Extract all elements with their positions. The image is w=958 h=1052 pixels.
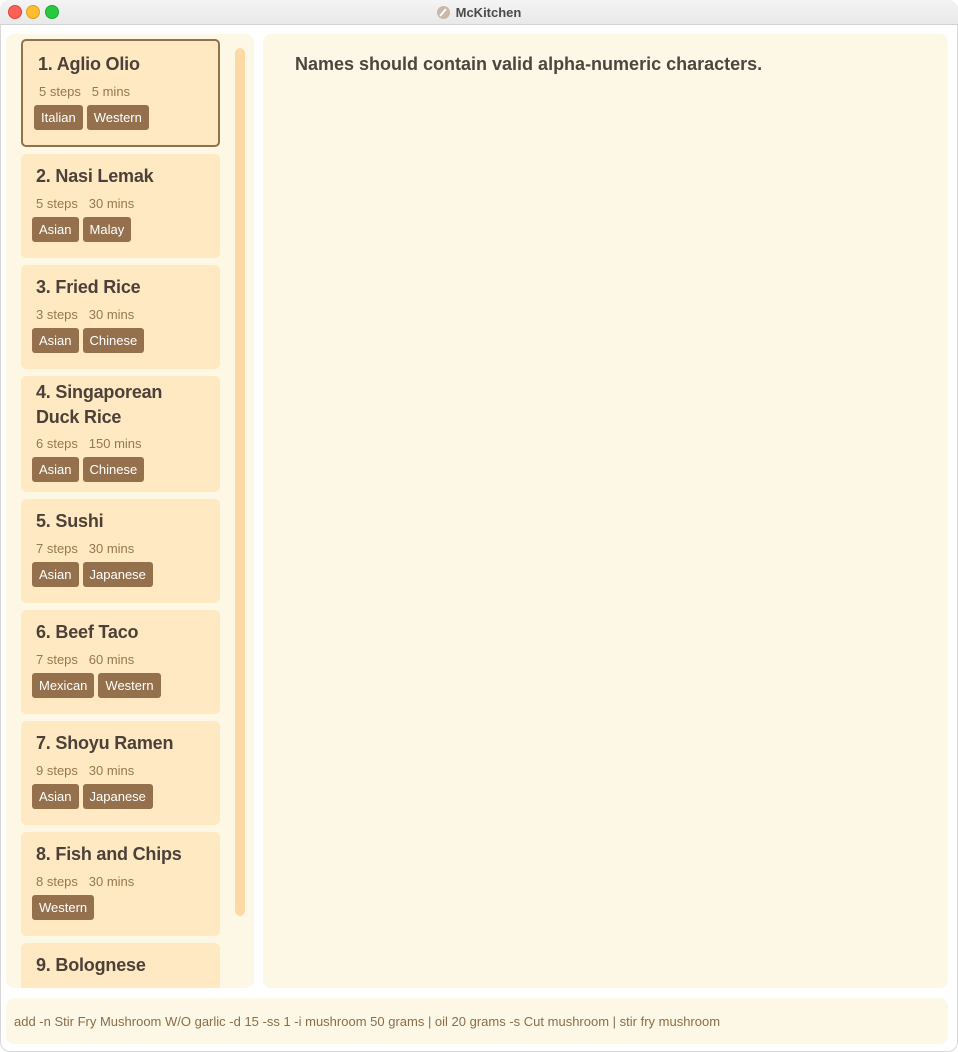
recipe-card[interactable]: 6. Beef Taco 7 steps 60 mins Mexican Wes… xyxy=(21,610,220,714)
tag: Mexican xyxy=(32,673,95,698)
tag: Japanese xyxy=(82,784,153,809)
tag: Chinese xyxy=(82,457,145,482)
recipe-time: 30 mins xyxy=(88,541,135,556)
tag: Italian xyxy=(34,105,83,130)
recipe-steps: 3 steps xyxy=(36,307,78,322)
tag: Asian xyxy=(32,328,79,353)
recipe-time: 30 mins xyxy=(88,874,135,889)
recipe-card[interactable]: 3. Fried Rice 3 steps 30 mins Asian Chin… xyxy=(21,265,220,369)
recipe-time: 60 mins xyxy=(88,652,135,667)
recipe-card[interactable]: 4. Singaporean Duck Rice 6 steps 150 min… xyxy=(21,376,220,492)
recipe-title: 8. Fish and Chips xyxy=(36,844,182,864)
tag: Chinese xyxy=(82,328,145,353)
recipe-tags: Asian Malay xyxy=(32,217,132,242)
recipe-time: 150 mins xyxy=(88,436,142,451)
recipe-meta: 7 steps 30 mins xyxy=(36,541,134,556)
recipe-card[interactable]: 9. Bolognese xyxy=(21,943,220,988)
recipe-title: 7. Shoyu Ramen xyxy=(36,733,174,753)
tag: Asian xyxy=(32,217,79,242)
recipe-tags: Asian Chinese xyxy=(32,457,145,482)
recipe-steps: 5 steps xyxy=(39,84,81,99)
title-bar: McKitchen xyxy=(0,0,958,25)
recipe-tags: Mexican Western xyxy=(32,673,161,698)
command-box[interactable] xyxy=(6,998,948,1044)
tag: Western xyxy=(98,673,161,698)
recipe-card[interactable]: 1. Aglio Olio 5 steps 5 mins Italian Wes… xyxy=(21,39,220,147)
result-display-panel: Names should contain valid alpha-numeric… xyxy=(263,34,948,988)
recipe-steps: 9 steps xyxy=(36,763,78,778)
window-title: McKitchen xyxy=(455,4,522,20)
tag: Western xyxy=(32,895,95,920)
recipe-steps: 7 steps xyxy=(36,541,78,556)
recipe-time: 30 mins xyxy=(88,763,135,778)
recipe-meta: 5 steps 30 mins xyxy=(36,196,134,211)
recipe-meta: 3 steps 30 mins xyxy=(36,307,134,322)
recipe-meta: 8 steps 30 mins xyxy=(36,874,134,889)
app-window: McKitchen 1. Aglio Olio 5 steps 5 mins I… xyxy=(0,0,958,1052)
recipe-list-scrollbar[interactable] xyxy=(235,48,245,916)
recipe-meta: 6 steps 150 mins xyxy=(36,436,142,451)
tag: Asian xyxy=(32,562,79,587)
recipe-time: 30 mins xyxy=(88,196,135,211)
result-message: Names should contain valid alpha-numeric… xyxy=(295,54,763,74)
tag: Asian xyxy=(32,457,79,482)
recipe-tags: Italian Western xyxy=(34,105,149,130)
recipe-steps: 7 steps xyxy=(36,652,78,667)
app-icon xyxy=(436,5,450,19)
recipe-title: 9. Bolognese xyxy=(36,955,146,975)
recipe-meta: 5 steps 5 mins xyxy=(39,84,130,99)
recipe-title: 1. Aglio Olio xyxy=(38,54,140,74)
recipe-card[interactable]: 5. Sushi 7 steps 30 mins Asian Japanese xyxy=(21,499,220,603)
recipe-title: 2. Nasi Lemak xyxy=(36,166,154,186)
recipe-list-panel: 1. Aglio Olio 5 steps 5 mins Italian Wes… xyxy=(6,34,254,988)
title-wrap: McKitchen xyxy=(0,0,958,24)
recipe-time: 30 mins xyxy=(88,307,135,322)
recipe-card[interactable]: 8. Fish and Chips 8 steps 30 mins Wester… xyxy=(21,832,220,936)
recipe-tags: Western xyxy=(32,895,95,920)
recipe-title: 3. Fried Rice xyxy=(36,277,141,297)
recipe-steps: 6 steps xyxy=(36,436,78,451)
recipe-title: 4. Singaporean Duck Rice xyxy=(36,382,163,427)
command-input[interactable] xyxy=(14,998,934,1044)
tag: Asian xyxy=(32,784,79,809)
recipe-title: 5. Sushi xyxy=(36,511,104,531)
recipe-steps: 5 steps xyxy=(36,196,78,211)
recipe-tags: Asian Japanese xyxy=(32,784,153,809)
recipe-tags: Asian Japanese xyxy=(32,562,153,587)
tag: Western xyxy=(86,105,149,130)
recipe-card[interactable]: 7. Shoyu Ramen 9 steps 30 mins Asian Jap… xyxy=(21,721,220,825)
recipe-tags: Asian Chinese xyxy=(32,328,145,353)
tag: Japanese xyxy=(82,562,153,587)
recipe-meta: 9 steps 30 mins xyxy=(36,763,134,778)
recipe-title: 6. Beef Taco xyxy=(36,622,139,642)
tag: Malay xyxy=(82,217,132,242)
recipe-meta: 7 steps 60 mins xyxy=(36,652,134,667)
recipe-time: 5 mins xyxy=(91,84,131,99)
recipe-steps: 8 steps xyxy=(36,874,78,889)
recipe-card[interactable]: 2. Nasi Lemak 5 steps 30 mins Asian Mala… xyxy=(21,154,220,258)
